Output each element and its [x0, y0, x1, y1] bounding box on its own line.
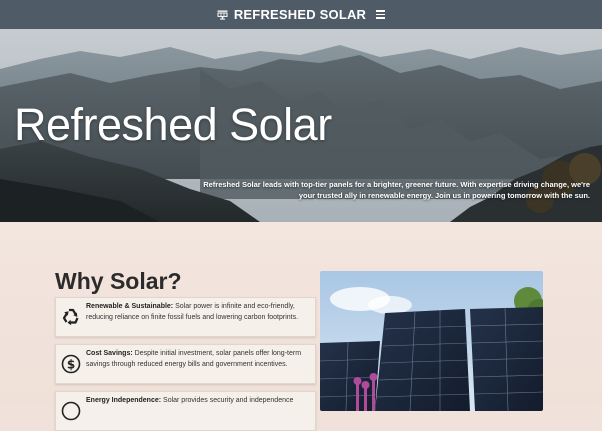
dollar-coin-icon: $	[56, 345, 86, 374]
energy-independence-icon	[56, 392, 86, 421]
brand-name: REFRESHED SOLAR	[233, 7, 367, 22]
benefit-card-energy-independence: Energy Independence: Solar provides secu…	[55, 391, 316, 431]
section-title: Why Solar?	[55, 268, 182, 294]
svg-text:$: $	[67, 358, 75, 372]
benefit-card-renewable: Renewable & Sustainable: Solar power is …	[55, 297, 316, 337]
hamburger-menu-icon[interactable]	[376, 10, 386, 19]
top-navigation-bar: REFRESHED SOLAR	[0, 0, 602, 29]
hero-title: Refreshed Solar	[14, 99, 332, 150]
solar-panel-image	[320, 271, 543, 411]
benefit-text: Renewable & Sustainable: Solar power is …	[86, 298, 315, 323]
benefit-heading: Cost Savings:	[86, 350, 133, 357]
benefit-card-cost-savings: $ Cost Savings: Despite initial investme…	[55, 344, 316, 384]
hero-banner: Refreshed Solar Refreshed Solar leads wi…	[0, 29, 602, 222]
hero-description: Refreshed Solar leads with top-tier pane…	[203, 180, 590, 200]
benefit-text: Cost Savings: Despite initial investment…	[86, 345, 315, 370]
benefit-text: Energy Independence: Solar provides secu…	[86, 392, 299, 407]
benefit-body: Solar provides security and independence	[161, 397, 294, 404]
benefit-heading: Renewable & Sustainable:	[86, 303, 174, 310]
why-solar-section: Why Solar? Renewable & Sustainable: Sola…	[0, 222, 602, 431]
brand[interactable]: REFRESHED SOLAR	[217, 7, 366, 22]
benefit-heading: Energy Independence:	[86, 397, 162, 404]
recycle-icon	[56, 298, 86, 327]
solar-panel-icon	[217, 10, 228, 20]
